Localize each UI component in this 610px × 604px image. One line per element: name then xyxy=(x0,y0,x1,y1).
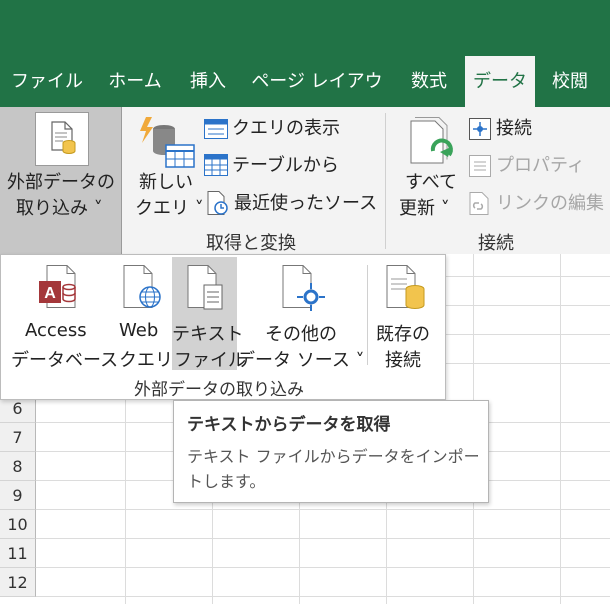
tab-file[interactable]: ファイル xyxy=(5,56,89,107)
access-icon: A xyxy=(39,265,76,308)
tab-page-layout[interactable]: ページ レイアウト xyxy=(244,56,390,143)
existing-connections-button[interactable]: 既存の 接続 xyxy=(373,257,437,371)
row-header[interactable]: 12 xyxy=(0,568,36,597)
new-query-label-2: クエリ ˅ xyxy=(135,198,204,219)
text-file-label-2: ファイル xyxy=(174,350,246,371)
other-sources-button[interactable]: その他の データ ソース ˅ xyxy=(237,257,365,371)
show-queries-icon xyxy=(204,119,228,139)
web-label-1: Web xyxy=(119,320,159,341)
grid-line xyxy=(36,567,610,568)
grid-line xyxy=(36,509,610,510)
access-database-button[interactable]: A Access データベース xyxy=(9,257,118,371)
properties-icon xyxy=(469,155,491,177)
from-table-icon xyxy=(204,154,228,176)
tab-home[interactable]: ホーム xyxy=(100,56,170,107)
web-label-2: クエリ xyxy=(119,350,173,371)
grid-line xyxy=(36,538,610,539)
text-file-button[interactable]: テキスト ファイル xyxy=(172,257,246,371)
svg-text:A: A xyxy=(44,285,56,302)
ribbon: 外部データの 取り込み ˅ 新しい クエリ ˅ クエリの表示 テーブルから 最近… xyxy=(0,107,610,255)
external-data-label-1: 外部データの xyxy=(7,172,115,193)
edit-links-icon xyxy=(469,192,489,215)
ribbon-tab-bar: ファイル ホーム 挿入 ページ レイアウト 数式 データ 校閲 xyxy=(0,56,610,143)
from-table-button[interactable]: テーブルから xyxy=(232,153,339,179)
access-label-2: データベース xyxy=(11,350,119,371)
tab-data[interactable]: データ xyxy=(465,56,535,107)
row-header[interactable]: 7 xyxy=(0,423,36,452)
external-data-icon xyxy=(35,112,89,166)
row-header[interactable]: 9 xyxy=(0,481,36,510)
group-separator xyxy=(385,113,386,249)
web-globe-icon xyxy=(123,265,161,308)
refresh-all-label-2: 更新 ˅ xyxy=(399,198,450,219)
row-header[interactable]: 11 xyxy=(0,539,36,568)
existing-connections-label-1: 既存の xyxy=(376,324,430,345)
grid-column-line xyxy=(560,254,561,604)
recent-sources-button[interactable]: 最近使ったソース xyxy=(234,191,377,217)
text-file-icon xyxy=(187,265,223,310)
grid-line xyxy=(36,596,610,597)
existing-connections-label-2: 接続 xyxy=(385,350,421,371)
show-queries-button[interactable]: クエリの表示 xyxy=(232,116,340,142)
title-bar xyxy=(0,0,610,56)
tooltip: テキストからデータを取得 テキスト ファイルからデータをインポートします。 xyxy=(173,400,489,503)
refresh-all-label-1: すべて xyxy=(405,172,458,193)
dropdown-separator xyxy=(367,265,368,365)
recent-sources-icon xyxy=(207,191,228,215)
row-header[interactable]: 10 xyxy=(0,510,36,539)
dropdown-group-label: 外部データの取り込み xyxy=(134,380,304,400)
refresh-all-icon[interactable] xyxy=(407,117,455,169)
other-sources-icon xyxy=(282,265,325,311)
existing-connections-icon xyxy=(386,265,425,309)
tab-formulas[interactable]: 数式 xyxy=(397,56,461,107)
tooltip-title: テキストからデータを取得 xyxy=(187,415,391,435)
connections-group-label: 接続 xyxy=(478,233,514,254)
connections-icon xyxy=(469,118,491,140)
tab-review[interactable]: 校閲 xyxy=(540,56,600,107)
row-header[interactable]: 8 xyxy=(0,452,36,481)
connections-button[interactable]: 接続 xyxy=(496,116,532,142)
other-sources-label-2: データ ソース ˅ xyxy=(237,350,365,371)
new-query-label-1: 新しい xyxy=(139,172,193,193)
tooltip-body: テキスト ファイルからデータをインポートします。 xyxy=(187,447,480,491)
get-external-data-button[interactable]: 外部データの 取り込み ˅ xyxy=(0,107,122,254)
new-query-icon xyxy=(140,117,195,168)
tab-insert[interactable]: 挿入 xyxy=(180,56,236,107)
web-query-button[interactable]: Web クエリ xyxy=(114,257,173,371)
edit-links-button[interactable]: リンクの編集 xyxy=(496,191,604,217)
external-data-label-2: 取り込み ˅ xyxy=(16,198,103,219)
get-transform-group-label: 取得と変換 xyxy=(206,233,296,254)
other-sources-label-1: その他の xyxy=(265,324,337,345)
external-data-dropdown: A Access データベース Web クエリ テキスト ファイル その他の デ… xyxy=(0,254,446,400)
properties-button[interactable]: プロパティ xyxy=(496,153,585,179)
text-file-label-1: テキスト xyxy=(172,324,244,345)
access-label-1: Access xyxy=(25,320,87,341)
